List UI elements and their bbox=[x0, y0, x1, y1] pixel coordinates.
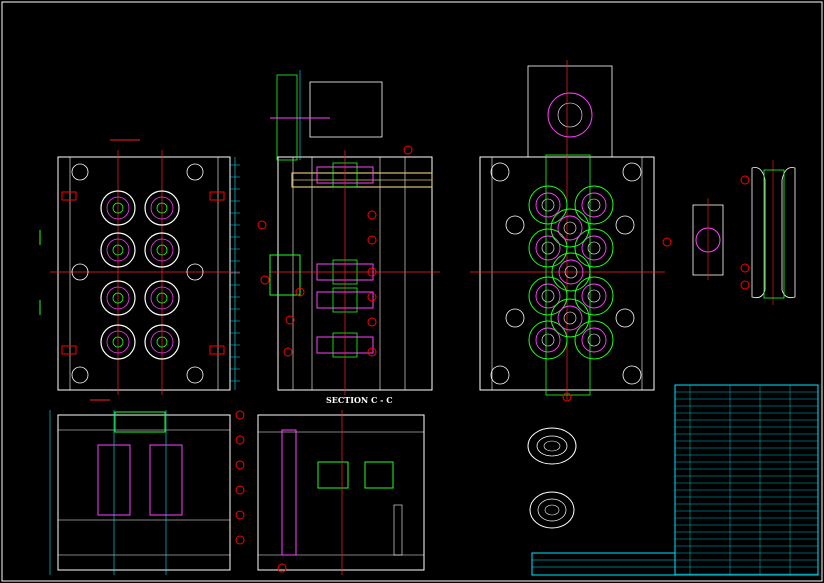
balloon-callout bbox=[740, 175, 750, 185]
guide-pin bbox=[505, 215, 525, 235]
cavity-core bbox=[535, 235, 561, 261]
cavity-gate bbox=[541, 241, 555, 255]
balloon-callout bbox=[283, 347, 293, 357]
balloon-callout bbox=[367, 210, 377, 220]
cavity-core bbox=[581, 192, 607, 218]
cavity-core bbox=[581, 283, 607, 309]
cavity-gate bbox=[541, 198, 555, 212]
plan-view-right bbox=[470, 60, 665, 400]
balloon-callout bbox=[235, 460, 245, 470]
cavity-circle bbox=[528, 185, 568, 225]
balloon-callout bbox=[367, 292, 377, 302]
guide-pin bbox=[505, 308, 525, 328]
guide-pin bbox=[186, 163, 204, 181]
plan-view-left bbox=[39, 139, 240, 401]
guide-pin bbox=[71, 163, 89, 181]
balloon-callout bbox=[367, 235, 377, 245]
guide-pin bbox=[622, 162, 642, 182]
cavity-gate bbox=[563, 311, 577, 325]
cavity-core bbox=[557, 215, 583, 241]
guide-pin bbox=[186, 366, 204, 384]
cavity-gate bbox=[563, 221, 577, 235]
balloon-callout bbox=[367, 317, 377, 327]
guide-pin bbox=[71, 366, 89, 384]
guide-pin bbox=[622, 365, 642, 385]
detail-view-b bbox=[751, 160, 796, 305]
title-block bbox=[531, 384, 819, 576]
cad-drawing-canvas[interactable] bbox=[0, 0, 824, 583]
balloon-callout bbox=[662, 237, 672, 247]
balloon-callout bbox=[740, 263, 750, 273]
cavity-core bbox=[581, 327, 607, 353]
guide-pin bbox=[615, 308, 635, 328]
cavity-circle bbox=[574, 185, 614, 225]
cavity-gate bbox=[541, 333, 555, 347]
drawing-border bbox=[1, 1, 823, 582]
balloon-callouts bbox=[235, 145, 750, 573]
balloon-callout bbox=[235, 485, 245, 495]
cavity-circle bbox=[550, 298, 590, 338]
water-fitting bbox=[209, 345, 225, 355]
water-fitting bbox=[61, 191, 77, 201]
section-view-center bbox=[269, 70, 440, 395]
cavity-gate bbox=[541, 289, 555, 303]
cavity-group bbox=[490, 162, 642, 385]
cavity-group bbox=[61, 163, 225, 384]
balloon-callout bbox=[740, 280, 750, 290]
cavity-circle bbox=[574, 276, 614, 316]
balloon-callout bbox=[367, 347, 377, 357]
guide-pin bbox=[615, 215, 635, 235]
water-fitting bbox=[61, 345, 77, 355]
cavity-core bbox=[535, 192, 561, 218]
cavity-core bbox=[557, 305, 583, 331]
guide-pin bbox=[490, 162, 510, 182]
balloon-callout bbox=[257, 220, 267, 230]
balloon-callout bbox=[235, 435, 245, 445]
balloon-callout bbox=[235, 510, 245, 520]
cavity-circle bbox=[550, 208, 590, 248]
cavity-circle bbox=[574, 228, 614, 268]
balloon-callout bbox=[235, 410, 245, 420]
balloon-callout bbox=[260, 275, 270, 285]
guide-pin bbox=[490, 365, 510, 385]
cavity-circle bbox=[574, 320, 614, 360]
part-isometric bbox=[527, 427, 577, 529]
title-block-rows bbox=[675, 385, 818, 575]
detail-view-a bbox=[692, 198, 724, 280]
cavity-circle bbox=[528, 228, 568, 268]
balloon-callout bbox=[403, 145, 413, 155]
balloon-callout bbox=[235, 535, 245, 545]
balloon-callout bbox=[277, 563, 287, 573]
elevation-view-left bbox=[49, 410, 231, 575]
water-fitting bbox=[209, 191, 225, 201]
elevation-view-center bbox=[257, 410, 425, 575]
